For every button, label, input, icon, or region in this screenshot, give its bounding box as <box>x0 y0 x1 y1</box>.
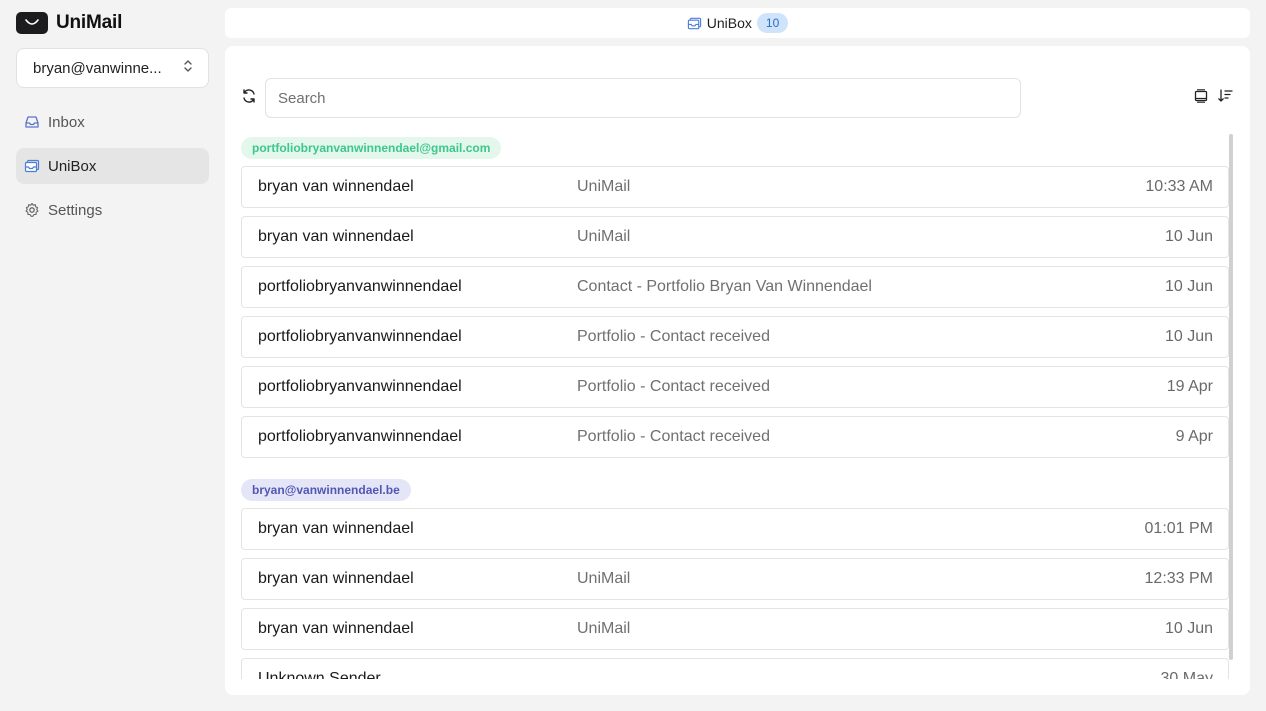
account-selector-value: bryan@vanwinne... <box>33 59 162 77</box>
account-tag: bryan@vanwinnendael.be <box>241 479 411 501</box>
mail-subject: Contact - Portfolio Bryan Van Winnendael <box>577 278 872 295</box>
topbar: UniBox 10 <box>225 8 1250 38</box>
mail-row[interactable]: portfoliobryanvanwinnendael Contact - Po… <box>241 266 1229 308</box>
mail-date: 01:01 PM <box>1144 520 1213 537</box>
chevron-up-down-icon <box>182 59 194 77</box>
mail-sender: portfoliobryanvanwinnendael <box>258 328 462 345</box>
unread-count-badge: 10 <box>756 13 789 33</box>
mail-sender: bryan van winnendael <box>258 620 414 637</box>
mail-row[interactable]: bryan van winnendael 01:01 PM <box>241 508 1229 550</box>
account-group: portfoliobryanvanwinnendael@gmail.com br… <box>241 134 1231 458</box>
sort-icon[interactable] <box>1217 88 1233 104</box>
mail-sender: portfoliobryanvanwinnendael <box>258 428 462 445</box>
sidebar-item-inbox[interactable]: Inbox <box>16 104 209 140</box>
view-mode-icon[interactable] <box>1193 88 1209 104</box>
account-group: bryan@vanwinnendael.be bryan van winnend… <box>241 476 1231 679</box>
mail-sender: portfoliobryanvanwinnendael <box>258 278 462 295</box>
mail-subject: UniMail <box>577 570 631 587</box>
gear-icon <box>24 202 40 218</box>
scrollbar[interactable] <box>1229 134 1233 660</box>
shopping-bag-logo-icon <box>16 12 48 34</box>
mail-date: 10 Jun <box>1164 278 1213 295</box>
refresh-icon[interactable] <box>241 88 257 104</box>
sidebar: UniMail bryan@vanwinne... Inbox UniBox S… <box>0 0 225 711</box>
mail-date: 10 Jun <box>1164 228 1213 245</box>
mail-date: 10 Jun <box>1164 328 1213 345</box>
sidebar-nav: Inbox UniBox Settings <box>16 104 209 236</box>
mail-row[interactable]: Unknown Sender 30 May <box>241 658 1229 679</box>
mail-date: 10 Jun <box>1164 620 1213 637</box>
unibox-icon <box>687 16 702 31</box>
app-name: UniMail <box>56 12 123 33</box>
mail-sender: bryan van winnendael <box>258 178 414 195</box>
mail-row[interactable]: bryan van winnendael UniMail 10 Jun <box>241 216 1229 258</box>
account-tag: portfoliobryanvanwinnendael@gmail.com <box>241 137 502 159</box>
mail-panel: portfoliobryanvanwinnendael@gmail.com br… <box>225 46 1250 695</box>
mail-row[interactable]: bryan van winnendael UniMail 10 Jun <box>241 608 1229 650</box>
mail-row[interactable]: portfoliobryanvanwinnendael Portfolio - … <box>241 366 1229 408</box>
sidebar-item-label: Settings <box>48 201 103 219</box>
mail-row[interactable]: portfoliobryanvanwinnendael Portfolio - … <box>241 416 1229 458</box>
mail-date: 30 May <box>1160 670 1213 679</box>
sidebar-item-label: UniBox <box>48 157 97 175</box>
brand: UniMail <box>16 12 122 34</box>
mail-list: portfoliobryanvanwinnendael@gmail.com br… <box>241 134 1231 679</box>
mail-date: 19 Apr <box>1166 378 1213 395</box>
mail-subject: Portfolio - Contact received <box>577 378 770 395</box>
mail-row[interactable]: portfoliobryanvanwinnendael Portfolio - … <box>241 316 1229 358</box>
sidebar-item-unibox[interactable]: UniBox <box>16 148 209 184</box>
mail-sender: Unknown Sender <box>258 670 381 679</box>
inbox-icon <box>24 114 40 130</box>
unibox-icon <box>24 158 40 174</box>
sidebar-item-settings[interactable]: Settings <box>16 192 209 228</box>
mail-subject: UniMail <box>577 178 631 195</box>
mail-sender: portfoliobryanvanwinnendael <box>258 378 462 395</box>
search-input[interactable] <box>265 78 1021 118</box>
mail-sender: bryan van winnendael <box>258 520 414 537</box>
mail-subject: Portfolio - Contact received <box>577 328 770 345</box>
mail-subject: Portfolio - Contact received <box>577 428 770 445</box>
mail-row[interactable]: bryan van winnendael UniMail 12:33 PM <box>241 558 1229 600</box>
mail-sender: bryan van winnendael <box>258 228 414 245</box>
mail-date: 9 Apr <box>1175 428 1213 445</box>
mail-sender: bryan van winnendael <box>258 570 414 587</box>
mail-date: 10:33 AM <box>1145 178 1213 195</box>
mail-subject: UniMail <box>577 620 631 637</box>
mail-row[interactable]: bryan van winnendael UniMail 10:33 AM <box>241 166 1229 208</box>
mail-subject: UniMail <box>577 228 631 245</box>
account-selector[interactable]: bryan@vanwinne... <box>16 48 209 88</box>
mail-date: 12:33 PM <box>1144 570 1213 587</box>
sidebar-item-label: Inbox <box>48 113 85 131</box>
page-title: UniBox <box>706 15 752 31</box>
